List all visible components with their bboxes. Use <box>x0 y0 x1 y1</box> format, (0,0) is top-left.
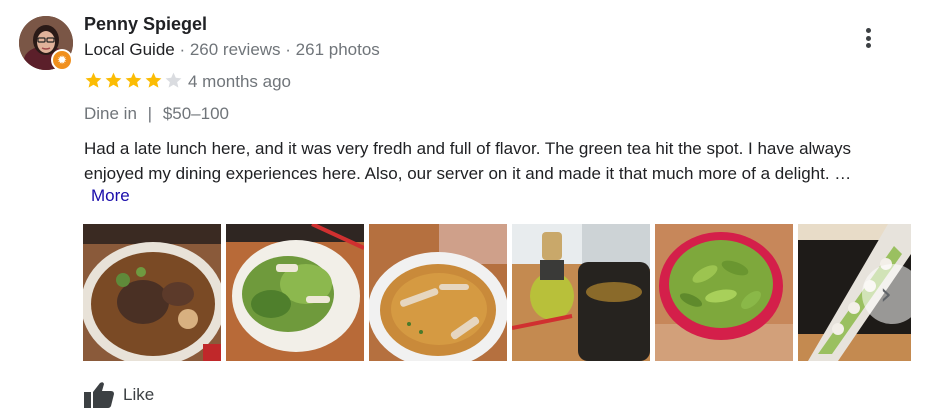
like-label: Like <box>123 385 155 404</box>
reviewer-name[interactable]: Penny Spiegel <box>84 14 207 35</box>
photo-edamame[interactable] <box>655 224 793 361</box>
local-guide-label: Local Guide <box>84 40 175 59</box>
more-options-icon[interactable] <box>856 24 880 52</box>
review-count: 260 reviews <box>189 40 281 59</box>
photo-salad[interactable] <box>226 224 364 361</box>
review-date: 4 months ago <box>188 72 292 91</box>
star-filled-icon <box>105 72 122 88</box>
meta-separator: · <box>280 40 296 59</box>
chevron-right-icon: › <box>880 276 892 312</box>
next-photo-button[interactable]: › <box>862 264 922 324</box>
photo-miso-soup[interactable] <box>369 224 507 361</box>
photo-count: 261 photos <box>295 40 380 59</box>
star-filled-icon <box>125 72 142 88</box>
reviewer-meta: Local Guide · 260 reviews · 261 photos <box>84 40 380 60</box>
star-filled-icon <box>85 72 102 88</box>
star-filled-icon <box>145 72 162 88</box>
star-rating <box>84 71 184 90</box>
dining-info: Dine in | $50–100 <box>84 104 229 124</box>
more-link[interactable]: More <box>91 186 130 206</box>
photo-green-tea[interactable] <box>512 224 650 361</box>
thumbs-up-icon <box>84 382 114 408</box>
local-guide-badge-icon: ✹ <box>53 51 71 69</box>
dining-separator: | <box>147 104 153 123</box>
meta-separator: · <box>174 40 190 59</box>
like-button[interactable]: Like <box>83 381 154 409</box>
star-empty-icon <box>165 72 182 88</box>
local-guide-badge: ✹ <box>51 49 73 71</box>
photo-ramen-bowl[interactable] <box>83 224 221 361</box>
review-text: Had a late lunch here, and it was very f… <box>84 139 852 183</box>
dining-mode: Dine in <box>84 104 137 123</box>
photo-strip <box>83 224 911 361</box>
price-range: $50–100 <box>162 104 229 123</box>
